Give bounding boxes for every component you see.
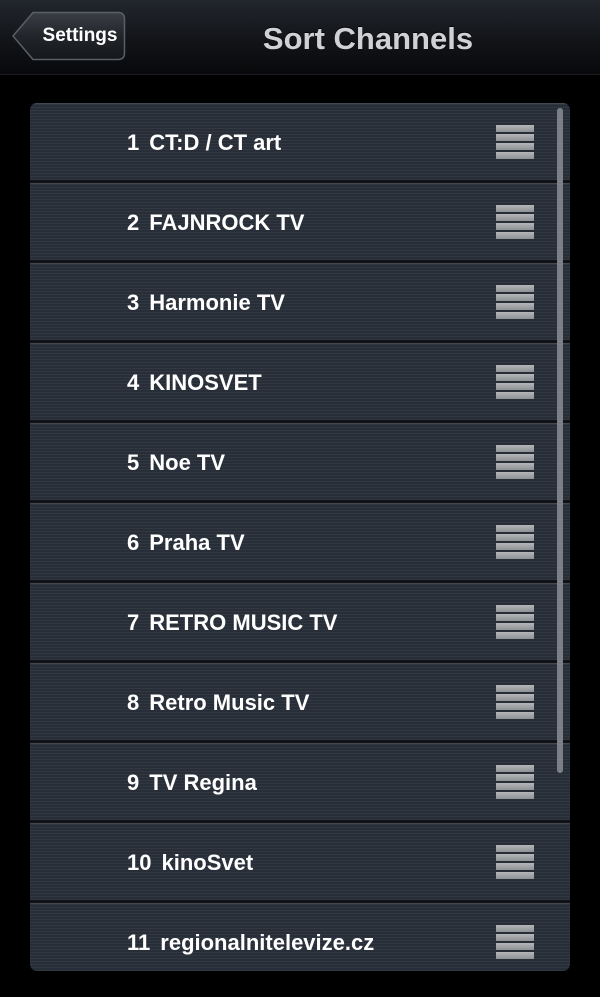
drag-handle-icon[interactable] [496, 605, 534, 640]
drag-handle-icon[interactable] [496, 925, 534, 960]
channel-name: kinoSvet [161, 850, 254, 875]
channel-number: 8 [127, 690, 140, 715]
channel-row[interactable]: 8 Retro Music TV [30, 663, 570, 740]
drag-handle-icon[interactable] [496, 285, 534, 320]
list-scrollbar[interactable] [557, 108, 563, 773]
drag-handle-icon[interactable] [496, 845, 534, 880]
channel-row[interactable]: 1 CT:D / CT art [30, 103, 570, 180]
channel-row[interactable]: 2 FAJNROCK TV [30, 183, 570, 260]
channel-name: TV Regina [149, 770, 257, 795]
drag-handle-icon[interactable] [496, 365, 534, 400]
channel-row[interactable]: 3 Harmonie TV [30, 263, 570, 340]
app-window: Settings Sort Channels 1 CT:D / CT art 2F… [0, 0, 600, 997]
drag-handle-icon[interactable] [496, 765, 534, 800]
channel-number: 1 [127, 130, 140, 155]
channel-list: 1 CT:D / CT art 2 FAJNROCK TV 3 Harmonie TV… [30, 103, 570, 971]
channel-label: 6 Praha TV [127, 504, 245, 581]
channel-number: 2 [127, 210, 140, 235]
channel-label: 10 kinoSvet [127, 824, 253, 901]
channel-number: 3 [127, 290, 140, 315]
channel-row[interactable]: 10 kinoSvet [30, 823, 570, 900]
channel-row[interactable]: 11 regionalnitelevize.cz [30, 903, 570, 971]
channel-number: 7 [127, 610, 140, 635]
channel-name: CT:D / CT art [149, 130, 282, 155]
channel-name: Praha TV [149, 530, 245, 555]
channel-label: 9 TV Regina [127, 744, 257, 821]
channel-number: 4 [127, 370, 140, 395]
channel-label: 2 FAJNROCK TV [127, 184, 305, 261]
channel-row[interactable]: 6 Praha TV [30, 503, 570, 580]
back-button[interactable]: Settings [12, 11, 126, 61]
channel-number: 6 [127, 530, 140, 555]
drag-handle-icon[interactable] [496, 205, 534, 240]
channel-name: Retro Music TV [149, 690, 310, 715]
channel-row[interactable]: 7 RETRO MUSIC TV [30, 583, 570, 660]
drag-handle-icon[interactable] [496, 525, 534, 560]
channel-number: 10 [127, 850, 152, 875]
channel-label: 5 Noe TV [127, 424, 225, 501]
channel-label: 8 Retro Music TV [127, 664, 309, 741]
channel-row[interactable]: 9 TV Regina [30, 743, 570, 820]
channel-number: 9 [127, 770, 140, 795]
channel-number: 11 [127, 930, 151, 955]
channel-number: 5 [127, 450, 140, 475]
channel-label: 3 Harmonie TV [127, 264, 285, 341]
channel-label: 4 KINOSVET [127, 344, 262, 421]
drag-handle-icon[interactable] [496, 445, 534, 480]
channel-name: regionalnitelevize.cz [160, 930, 375, 955]
channel-label: 7 RETRO MUSIC TV [127, 584, 337, 661]
channel-name: FAJNROCK TV [149, 210, 305, 235]
channel-row[interactable]: 5 Noe TV [30, 423, 570, 500]
channel-name: RETRO MUSIC TV [149, 610, 338, 635]
page-title: Sort Channels [262, 21, 474, 56]
back-button-label: Settings [42, 25, 118, 46]
channel-name: KINOSVET [149, 370, 262, 395]
channel-name: Harmonie TV [149, 290, 285, 315]
channel-name: Noe TV [149, 450, 226, 475]
drag-handle-icon[interactable] [496, 685, 534, 720]
channel-label: 1 CT:D / CT art [127, 104, 281, 181]
channel-label: 11 regionalnitelevize.cz [127, 904, 374, 971]
channel-row[interactable]: 4 KINOSVET [30, 343, 570, 420]
drag-handle-icon[interactable] [496, 125, 534, 160]
navigation-bar: Settings Sort Channels [0, 0, 600, 75]
